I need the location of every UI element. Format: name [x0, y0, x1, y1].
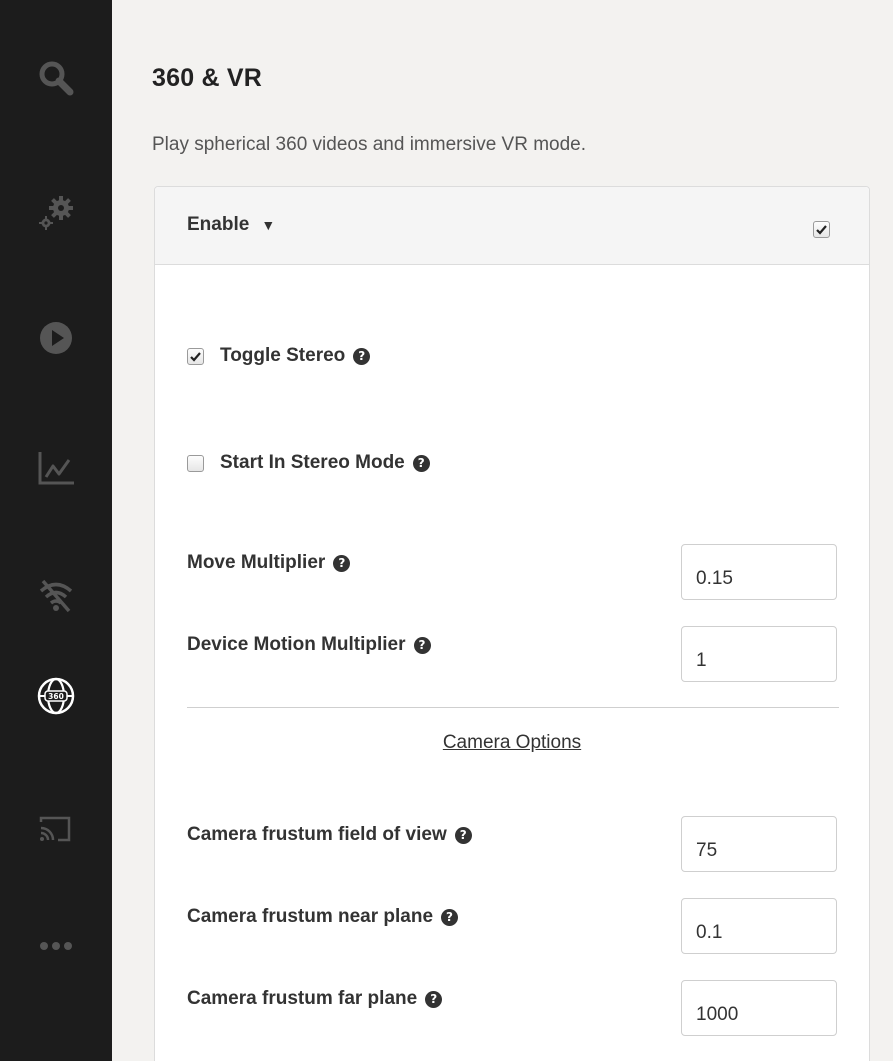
more-icon [40, 942, 72, 950]
sidebar-item-360-vr[interactable]: 360 [28, 668, 84, 724]
enable-checkbox[interactable] [813, 221, 830, 238]
camera-far-input[interactable] [681, 980, 837, 1036]
camera-far-label-wrap: Camera frustum far plane ? [187, 988, 443, 1010]
start-in-stereo-label: Start In Stereo Mode [220, 452, 405, 473]
camera-near-label: Camera frustum near plane [187, 906, 434, 927]
sidebar-item-settings[interactable] [28, 185, 84, 241]
start-in-stereo-row: Start In Stereo Mode ? [187, 452, 430, 474]
play-icon [40, 322, 72, 354]
enable-label: Enable [187, 214, 250, 235]
camera-near-row: Camera frustum near plane ? [187, 898, 837, 954]
toggle-stereo-label: Toggle Stereo [220, 345, 346, 366]
sidebar-item-search[interactable] [28, 50, 84, 106]
page-description: Play spherical 360 videos and immersive … [152, 134, 587, 155]
camera-fov-row: Camera frustum field of view ? [187, 816, 837, 872]
help-icon[interactable]: ? [333, 554, 351, 572]
help-icon[interactable]: ? [413, 636, 431, 654]
move-multiplier-label-wrap: Move Multiplier ? [187, 552, 351, 574]
sidebar-item-cast[interactable] [28, 800, 84, 856]
sidebar-item-analytics[interactable] [28, 440, 84, 496]
device-motion-multiplier-label: Device Motion Multiplier [187, 634, 406, 655]
sidebar: 360 [0, 0, 112, 1061]
settings-panel: Enable ▼ Toggle Stereo ? Start In Stereo… [154, 186, 870, 1061]
checkmark-icon [190, 351, 201, 362]
panel-header: Enable ▼ [155, 187, 869, 265]
camera-options-link[interactable]: Camera Options [155, 732, 869, 754]
wifi-off-icon [39, 579, 73, 613]
camera-near-input[interactable] [681, 898, 837, 954]
sidebar-item-network[interactable] [28, 567, 84, 623]
gears-icon [39, 196, 73, 230]
globe-360-badge: 360 [48, 692, 64, 701]
camera-near-label-wrap: Camera frustum near plane ? [187, 906, 459, 928]
cast-icon [39, 816, 71, 842]
page-title: 360 & VR [152, 64, 262, 92]
start-in-stereo-checkbox[interactable] [187, 454, 204, 472]
toggle-stereo-row: Toggle Stereo ? [187, 345, 371, 367]
toggle-stereo-checkbox[interactable] [187, 347, 204, 365]
sidebar-item-playback[interactable] [28, 310, 84, 366]
globe-360-icon: 360 [37, 677, 75, 715]
help-icon[interactable]: ? [412, 454, 430, 472]
move-multiplier-row: Move Multiplier ? [187, 544, 837, 600]
help-icon[interactable]: ? [454, 826, 472, 844]
camera-fov-label: Camera frustum field of view [187, 824, 447, 845]
help-icon[interactable]: ? [441, 908, 459, 926]
sidebar-item-more[interactable] [28, 918, 84, 974]
move-multiplier-label: Move Multiplier [187, 552, 326, 573]
device-motion-multiplier-input[interactable] [681, 626, 837, 682]
search-icon [39, 61, 74, 96]
caret-down-icon: ▼ [261, 217, 276, 233]
enable-dropdown-toggle[interactable]: Enable ▼ [187, 214, 275, 236]
divider [187, 707, 839, 708]
device-motion-multiplier-label-wrap: Device Motion Multiplier ? [187, 634, 431, 656]
main-content: 360 & VR Play spherical 360 videos and i… [112, 0, 893, 1061]
camera-fov-input[interactable] [681, 816, 837, 872]
move-multiplier-input[interactable] [681, 544, 837, 600]
checkmark-icon [816, 225, 827, 235]
camera-fov-label-wrap: Camera frustum field of view ? [187, 824, 472, 846]
help-icon[interactable]: ? [353, 347, 371, 365]
device-motion-multiplier-row: Device Motion Multiplier ? [187, 626, 837, 682]
chart-icon [38, 452, 74, 485]
camera-far-label: Camera frustum far plane [187, 988, 418, 1009]
help-icon[interactable]: ? [425, 990, 443, 1008]
camera-far-row: Camera frustum far plane ? [187, 980, 837, 1036]
